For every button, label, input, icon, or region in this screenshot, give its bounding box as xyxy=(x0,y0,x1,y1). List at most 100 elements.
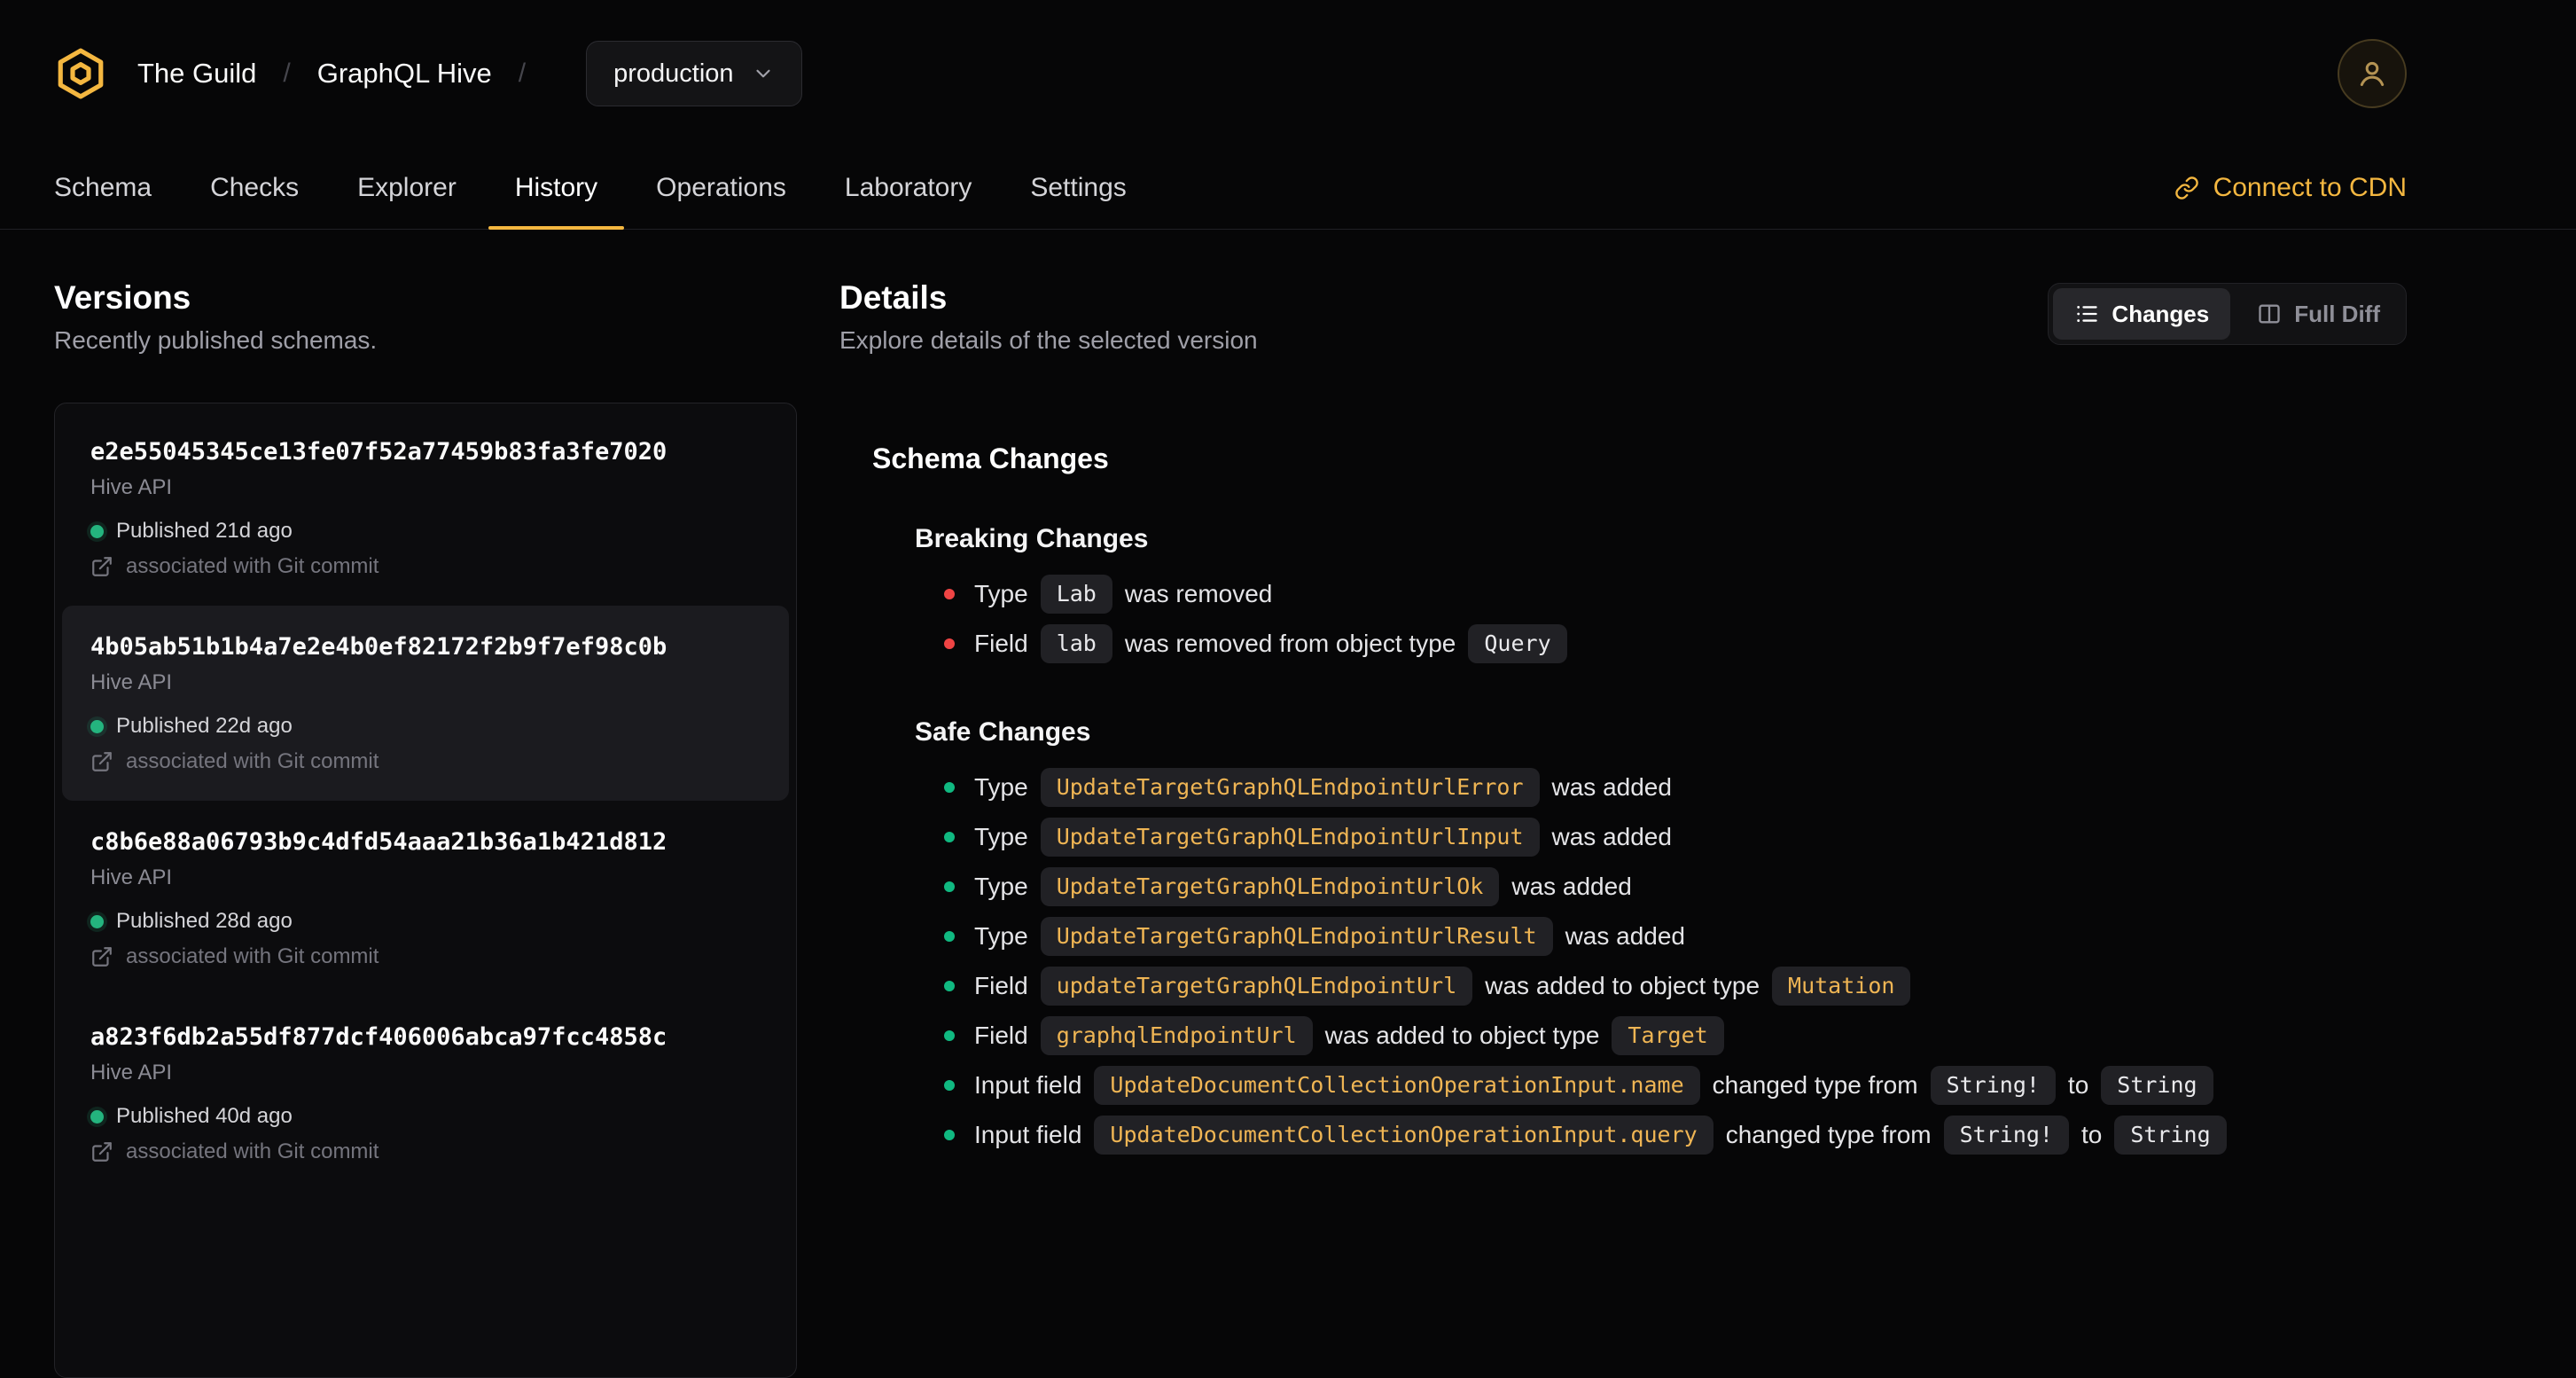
user-avatar[interactable] xyxy=(2338,39,2407,108)
code-chip: lab xyxy=(1040,624,1112,663)
tab-explorer[interactable]: Explorer xyxy=(331,147,483,229)
schema-changes-sections: Breaking Changes Type Lab was removed Field l… xyxy=(839,523,2407,1160)
hive-logo-icon[interactable] xyxy=(54,47,107,100)
change-list: Type UpdateTargetGraphQLEndpointUrlError w… xyxy=(944,763,2407,1160)
git-commit-link[interactable]: associated with Git commit xyxy=(90,1139,761,1164)
change-text: was added to object type xyxy=(1324,1022,1600,1049)
change-text: was removed xyxy=(1124,580,1273,607)
change-text: Type xyxy=(974,873,1028,900)
change-text: changed type from xyxy=(1725,1121,1932,1148)
version-list-item[interactable]: a823f6db2a55df877dcf406006abca97fcc4858c… xyxy=(62,996,789,1191)
details-panel: Details Explore details of the selected … xyxy=(839,279,2407,1378)
version-list-item[interactable]: 4b05ab51b1b4a7e2e4b0ef82172f2b9f7ef98c0b… xyxy=(62,606,789,801)
change-text: Type xyxy=(974,823,1028,850)
main-nav-tabs: Schema Checks Explorer History Operations Lab… xyxy=(0,147,2576,230)
tab-operations[interactable]: Operations xyxy=(629,147,813,229)
change-text: Type xyxy=(974,922,1028,950)
change-text: Field xyxy=(974,630,1028,657)
code-chip: String! xyxy=(1930,1066,2056,1105)
target-selector-value: production xyxy=(613,59,734,88)
columns-icon xyxy=(2257,301,2282,326)
changes-view-button[interactable]: Changes xyxy=(2053,288,2231,340)
change-bullet xyxy=(944,589,955,599)
git-commit-label: associated with Git commit xyxy=(126,944,379,968)
git-commit-link[interactable]: associated with Git commit xyxy=(90,749,761,774)
change-text: Field xyxy=(974,972,1028,999)
version-service: Hive API xyxy=(90,865,173,889)
external-link-icon xyxy=(90,750,113,773)
change-text: Field xyxy=(974,1022,1028,1049)
breadcrumb-project[interactable]: GraphQL Hive xyxy=(317,58,492,90)
code-chip: UpdateTargetGraphQLEndpointUrlError xyxy=(1040,768,1540,807)
version-published-row: Published 21d ago xyxy=(90,519,761,544)
code-chip: String! xyxy=(1943,1116,2069,1155)
change-text: Type xyxy=(974,773,1028,801)
git-commit-label: associated with Git commit xyxy=(126,1139,379,1163)
version-published-label: Published 40d ago xyxy=(116,1104,293,1128)
code-chip: Query xyxy=(1468,624,1567,663)
version-service: Hive API xyxy=(90,670,173,694)
tab-schema[interactable]: Schema xyxy=(27,147,178,229)
breadcrumb-org[interactable]: The Guild xyxy=(137,58,256,90)
git-commit-link[interactable]: associated with Git commit xyxy=(90,944,761,969)
change-text: was added to object type xyxy=(1485,972,1760,999)
external-link-icon xyxy=(90,555,113,578)
changes-view-label: Changes xyxy=(2112,300,2210,327)
change-item: Type UpdateTargetGraphQLEndpointUrlInput w… xyxy=(944,812,2407,862)
change-section-title: Safe Changes xyxy=(915,717,1091,747)
change-text: was removed from object type xyxy=(1124,630,1456,657)
published-status-dot xyxy=(90,914,104,928)
change-text: was added xyxy=(1565,922,1685,950)
change-item: Type UpdateTargetGraphQLEndpointUrlResult… xyxy=(944,912,2407,961)
version-service: Hive API xyxy=(90,1061,173,1084)
full-diff-view-label: Full Diff xyxy=(2294,300,2380,327)
versions-panel: Versions Recently published schemas. e2e… xyxy=(54,279,797,1378)
change-item: Input field UpdateDocumentCollectionOpera… xyxy=(944,1061,2407,1110)
version-published-row: Published 28d ago xyxy=(90,909,761,934)
tab-list: Schema Checks Explorer History Operations Lab… xyxy=(27,147,1159,230)
link-icon xyxy=(2174,176,2199,200)
change-text: changed type from xyxy=(1712,1071,1918,1099)
code-chip: UpdateTargetGraphQLEndpointUrlOk xyxy=(1040,867,1500,906)
change-text: was added xyxy=(1511,873,1632,900)
published-status-dot xyxy=(90,1109,104,1124)
tab-laboratory[interactable]: Laboratory xyxy=(818,147,998,229)
details-header: Details Explore details of the selected … xyxy=(839,279,2407,356)
app-header: The Guild / GraphQL Hive / production xyxy=(0,0,2576,147)
change-text: Type xyxy=(974,580,1028,607)
change-text: Input field xyxy=(974,1071,1082,1099)
version-published-label: Published 21d ago xyxy=(116,519,293,543)
connect-to-cdn-link[interactable]: Connect to CDN xyxy=(2174,173,2407,203)
full-diff-view-button[interactable]: Full Diff xyxy=(2236,288,2401,340)
tab-history[interactable]: History xyxy=(488,147,625,230)
version-list-item[interactable]: c8b6e88a06793b9c4dfd54aaa21b36a1b421d812… xyxy=(62,801,789,996)
change-section-title: Breaking Changes xyxy=(915,524,1149,553)
code-chip: updateTargetGraphQLEndpointUrl xyxy=(1040,967,1473,1006)
change-list: Type Lab was removed Field lab was removed fr… xyxy=(944,569,2407,669)
code-chip: UpdateDocumentCollectionOperationInput.q… xyxy=(1094,1116,1713,1155)
view-toggle: Changes Full Diff xyxy=(2048,283,2407,345)
change-bullet xyxy=(944,782,955,793)
version-hash: a823f6db2a55df877dcf406006abca97fcc4858c xyxy=(90,1023,667,1051)
target-selector-dropdown[interactable]: production xyxy=(586,41,802,106)
breadcrumb-separator: / xyxy=(283,59,291,88)
chevron-down-icon xyxy=(752,62,775,85)
change-text: to xyxy=(2080,1121,2103,1148)
details-header-text: Details Explore details of the selected … xyxy=(839,279,1258,356)
tab-settings[interactable]: Settings xyxy=(1003,147,1152,229)
version-list: e2e55045345ce13fe07f52a77459b83fa3fe7020… xyxy=(54,403,797,1378)
change-bullet xyxy=(944,931,955,942)
tab-checks[interactable]: Checks xyxy=(183,147,325,229)
version-hash: 4b05ab51b1b4a7e2e4b0ef82172f2b9f7ef98c0b xyxy=(90,633,667,661)
version-published-label: Published 28d ago xyxy=(116,909,293,933)
code-chip: UpdateDocumentCollectionOperationInput.n… xyxy=(1094,1066,1700,1105)
details-title: Details xyxy=(839,279,948,316)
published-status-dot xyxy=(90,719,104,733)
git-commit-link[interactable]: associated with Git commit xyxy=(90,554,761,579)
connect-to-cdn-label: Connect to CDN xyxy=(2213,173,2407,202)
code-chip: graphqlEndpointUrl xyxy=(1040,1016,1313,1055)
version-published-row: Published 40d ago xyxy=(90,1104,761,1129)
version-list-item[interactable]: e2e55045345ce13fe07f52a77459b83fa3fe7020… xyxy=(62,411,789,606)
version-published-row: Published 22d ago xyxy=(90,714,761,739)
change-bullet xyxy=(944,638,955,649)
